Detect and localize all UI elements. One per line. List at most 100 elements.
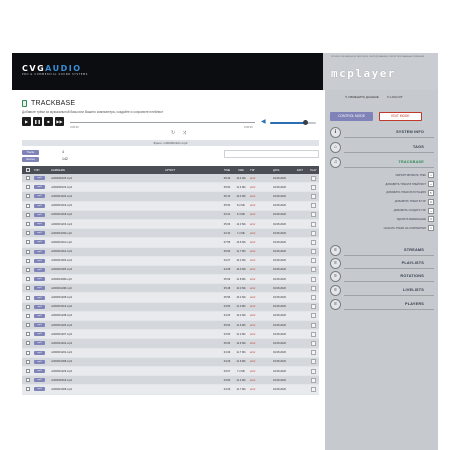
table-row[interactable]: mp3 m000001005.mp3 04:28 10.3 Mb error 04.08.… xyxy=(22,265,319,276)
table-row[interactable]: mp3 m000001019.mp3 05:00 8.2 Mb error 04.08.2… xyxy=(22,201,319,211)
col-type[interactable]: ТИП xyxy=(34,169,48,172)
row-play-icon[interactable] xyxy=(311,350,316,356)
row-play-icon[interactable] xyxy=(311,175,316,181)
table-row[interactable]: mp3 m000001203.mp3 05:06 12.3 Mb error 04.08.… xyxy=(22,219,319,230)
col-size[interactable]: SIZE xyxy=(234,169,248,172)
table-row[interactable]: mp3 m000001200.mp3 05:10 10.3 Mb error 04.08.… xyxy=(22,192,319,202)
row-play-icon[interactable] xyxy=(311,295,316,301)
row-checkbox[interactable] xyxy=(26,369,30,374)
sidebar-item-tags[interactable]: ⌂ TAGS xyxy=(330,142,434,154)
brand-logo[interactable]: CVGAUDIO PRO & COMMERCIAL SOUND SYSTEMS xyxy=(22,64,88,77)
row-play-icon[interactable] xyxy=(311,184,316,190)
row-play-icon[interactable] xyxy=(311,386,316,392)
row-checkbox[interactable] xyxy=(26,313,30,318)
row-play-icon[interactable] xyxy=(311,276,316,282)
table-row[interactable]: mp3 m000001202.mp3 04:49 11.7 Mb error 04.08.… xyxy=(22,348,319,358)
sidebar-item-streams[interactable]: ≡ STREAMS xyxy=(330,245,434,257)
row-checkbox[interactable] xyxy=(26,185,30,190)
trackbase-action-item[interactable]: УДАЛИТЬ ВЫБРАННЫЕ ✕ xyxy=(349,215,434,224)
control-mode-button[interactable]: CONTROL MODE xyxy=(330,112,373,121)
col-time[interactable]: TIME xyxy=(220,169,234,172)
table-row[interactable]: mp3 m000000919.mp3 04:50 11.4 Mb error 04.08.… xyxy=(22,376,319,386)
row-checkbox[interactable] xyxy=(26,295,30,300)
row-play-icon[interactable] xyxy=(311,258,316,264)
row-checkbox[interactable] xyxy=(26,258,30,263)
table-row[interactable]: mp3 m000001008.mp3 04:29 11.6 Mb error 04.08.… xyxy=(22,357,319,367)
col-date[interactable]: ДАТА xyxy=(271,169,297,172)
edit-mode-button[interactable]: EDIT MODE xyxy=(379,112,422,121)
row-checkbox[interactable] xyxy=(26,231,30,236)
edit-profile-link[interactable]: ✎ ИЗМЕНИТЬ ДАННЫЕ xyxy=(345,95,379,99)
table-row[interactable]: mp3 m000001207.mp3 04:50 11.2 Mb error 04.08.… xyxy=(22,330,319,340)
row-play-icon[interactable] xyxy=(311,193,316,199)
table-row[interactable]: mp3 m000000105.mp3 08:49 10.4 Mb error 04.08.… xyxy=(22,174,319,184)
sidebar-item-system-info[interactable]: ℹ SYSTEM INFO xyxy=(330,127,434,139)
row-checkbox[interactable] xyxy=(26,222,30,227)
row-play-icon[interactable] xyxy=(311,377,316,383)
row-checkbox[interactable] xyxy=(26,194,30,199)
row-checkbox[interactable] xyxy=(26,212,30,217)
row-checkbox[interactable] xyxy=(26,176,30,181)
logout-link[interactable]: ⏻ LOGOUT xyxy=(387,95,403,99)
row-checkbox[interactable] xyxy=(26,304,30,309)
table-row[interactable]: mp3 m000001208.mp3 05:56 10.2 Mb error 04.08.… xyxy=(22,293,319,303)
trackbase-action-item[interactable]: ДОБАВИТЬ ТРЕКИ В ПЛЕЙЛИСТ + xyxy=(349,180,434,189)
row-checkbox[interactable] xyxy=(26,286,30,291)
table-row[interactable]: mp3 m000001018.mp3 03:41 6.3 Mb error 04.08.2… xyxy=(22,210,319,220)
row-play-icon[interactable] xyxy=(311,313,316,319)
volume-slider[interactable] xyxy=(270,120,316,125)
row-play-icon[interactable] xyxy=(311,359,316,365)
table-row[interactable]: mp3 m000001206.mp3 05:04 11.6 Mb error 04.08.… xyxy=(22,321,319,331)
trackbase-action-item[interactable]: ИМПОРТИРОВАТЬ ТРЕК ⇣ xyxy=(349,171,434,180)
table-row[interactable]: mp3 m000001229.mp3 03:07 7.2 Mb error 04.08.2… xyxy=(22,366,319,377)
row-checkbox[interactable] xyxy=(26,387,30,392)
table-row[interactable]: mp3 m000001169.mp3 04:10 7.2 Mb error 04.08.2… xyxy=(22,229,319,239)
col-artist[interactable]: АРТИСТ xyxy=(162,169,220,172)
row-play-icon[interactable] xyxy=(311,368,316,374)
trackbase-action-item[interactable]: СКАЧАТЬ ТРЕКИ НА КОМПЬЮТЕР ⇩ xyxy=(349,224,434,233)
row-play-icon[interactable] xyxy=(311,340,316,346)
row-play-icon[interactable] xyxy=(311,322,316,328)
table-row[interactable]: mp3 m000001238.mp3 04:25 10.2 Mb error 04.08.… xyxy=(22,311,319,321)
row-play-icon[interactable] xyxy=(311,212,316,218)
row-checkbox[interactable] xyxy=(26,378,30,383)
stop-button[interactable]: ■ xyxy=(44,117,53,126)
row-checkbox[interactable] xyxy=(26,267,30,272)
volume-icon[interactable]: ◀ xyxy=(261,118,266,125)
row-checkbox[interactable] xyxy=(26,341,30,346)
col-status[interactable]: ТЭГ xyxy=(248,169,271,172)
row-play-icon[interactable] xyxy=(311,304,316,310)
row-checkbox[interactable] xyxy=(26,203,30,208)
table-row[interactable]: mp3 m000001204.mp3 05:05 12.6 Mb error 04.08.… xyxy=(22,339,319,349)
row-checkbox[interactable] xyxy=(26,323,30,328)
sidebar-item-playlists[interactable]: ≡ PLAYLISTS xyxy=(330,258,434,270)
table-row[interactable]: mp3 m000001008.mp3 04:29 11.7 Mb error 04.08.… xyxy=(22,385,319,395)
row-checkbox[interactable] xyxy=(26,332,30,337)
row-play-icon[interactable] xyxy=(311,221,316,227)
trackbase-action-item[interactable]: ДОБАВИТЬ СОЗДАТЬ ТЭГ + xyxy=(349,206,434,215)
trackbase-action-item[interactable]: ДОБАВИТЬ ТРЕКИ В ТЭГ # xyxy=(349,197,434,206)
repeat-icon[interactable]: ↻ xyxy=(171,130,175,136)
table-row[interactable]: mp3 m000001009.mp3 04:27 10.2 Mb error 04.08.… xyxy=(22,256,319,266)
pause-button[interactable]: ❚❚ xyxy=(33,117,42,126)
row-checkbox[interactable] xyxy=(26,359,30,364)
playback-timeline[interactable] xyxy=(70,122,255,123)
row-checkbox[interactable] xyxy=(26,277,30,282)
sidebar-item-players[interactable]: ≡ PLAYERS xyxy=(330,299,434,311)
volume-handle[interactable] xyxy=(302,120,308,125)
next-button[interactable]: ▶▶ xyxy=(55,117,64,126)
play-button[interactable]: ▶ xyxy=(22,117,31,126)
select-all-checkbox[interactable] xyxy=(26,168,30,172)
table-row[interactable]: mp3 m000001013.mp3 04:50 11.3 Mb error 04.08.… xyxy=(22,302,319,312)
sidebar-item-livelists[interactable]: ≡ LIVELISTS xyxy=(330,285,434,297)
row-play-icon[interactable] xyxy=(311,230,316,236)
table-row[interactable]: mp3 m000001011.mp3 07:55 13.6 Mb error 04.08.… xyxy=(22,238,319,248)
row-play-icon[interactable] xyxy=(311,285,316,291)
row-checkbox[interactable] xyxy=(26,350,30,355)
shuffle-icon[interactable]: ⤨ xyxy=(182,130,186,136)
table-row[interactable]: mp3 m000001014.mp3 05:06 11.7 Mb error 04.08.… xyxy=(22,247,319,257)
row-checkbox[interactable] xyxy=(26,249,30,254)
row-play-icon[interactable] xyxy=(311,331,316,337)
sidebar-item-trackbase[interactable]: ♫ TRACKBASE xyxy=(330,157,434,169)
table-row[interactable]: mp3 m000001198.mp3 05:48 10.3 Mb error 04.08.… xyxy=(22,284,319,294)
